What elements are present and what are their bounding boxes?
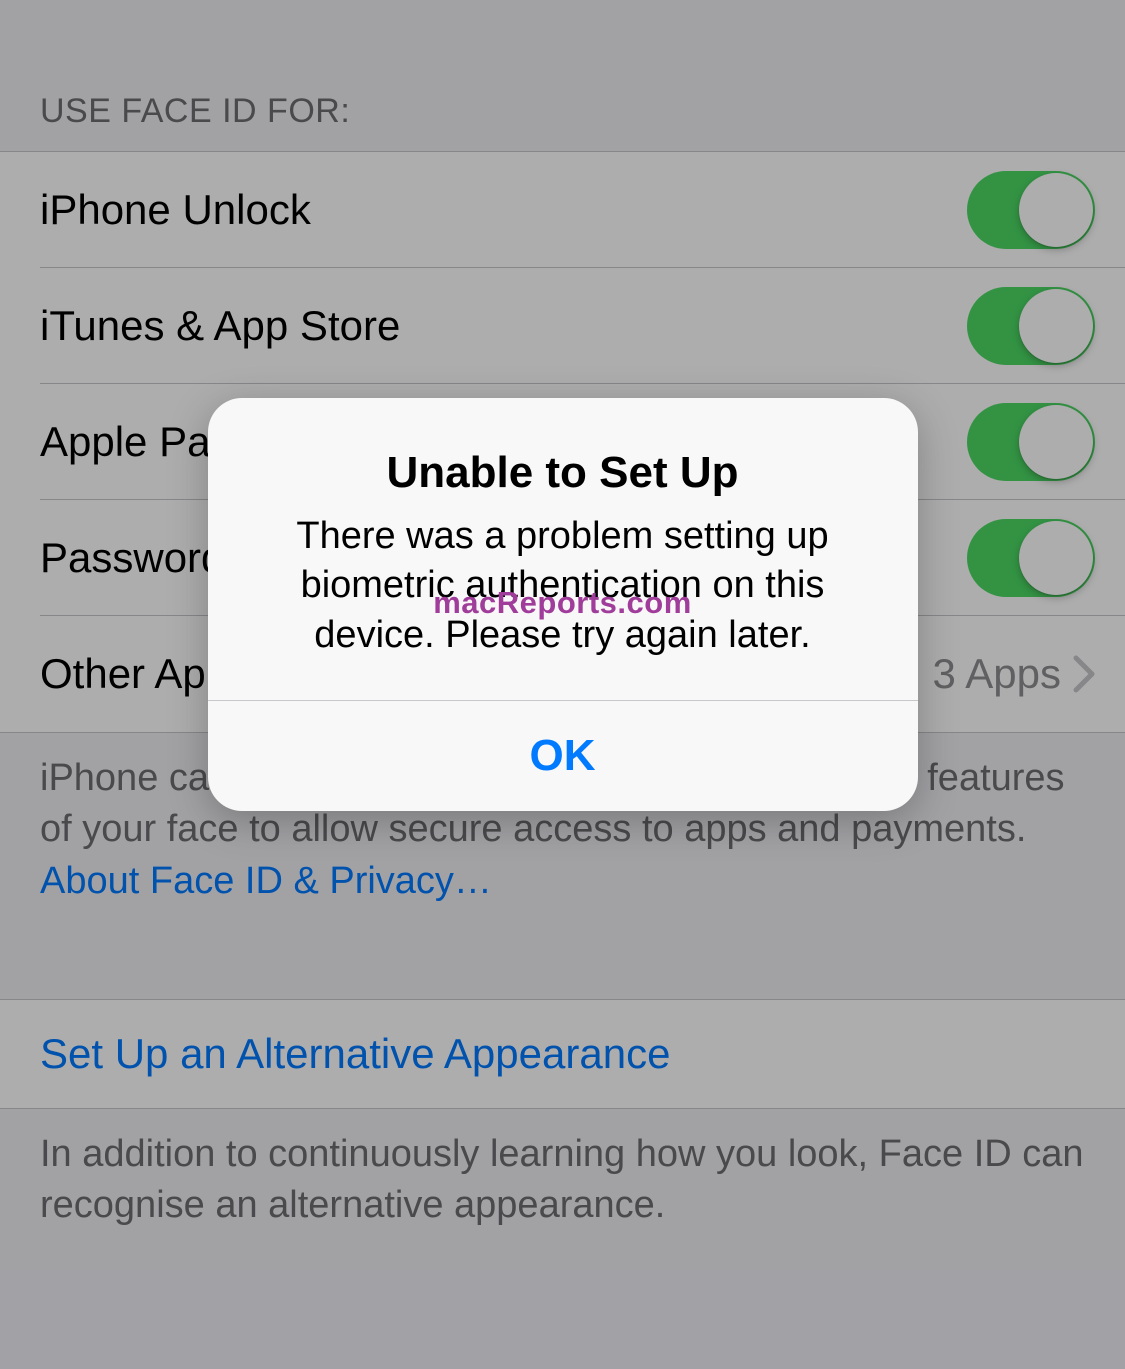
alert-body: Unable to Set Up There was a problem set… <box>208 398 918 700</box>
alert-dialog: Unable to Set Up There was a problem set… <box>208 398 918 811</box>
alert-title: Unable to Set Up <box>248 448 878 498</box>
alert-message: There was a problem setting up biometric… <box>248 512 878 660</box>
alert-ok-button[interactable]: OK <box>208 701 918 811</box>
